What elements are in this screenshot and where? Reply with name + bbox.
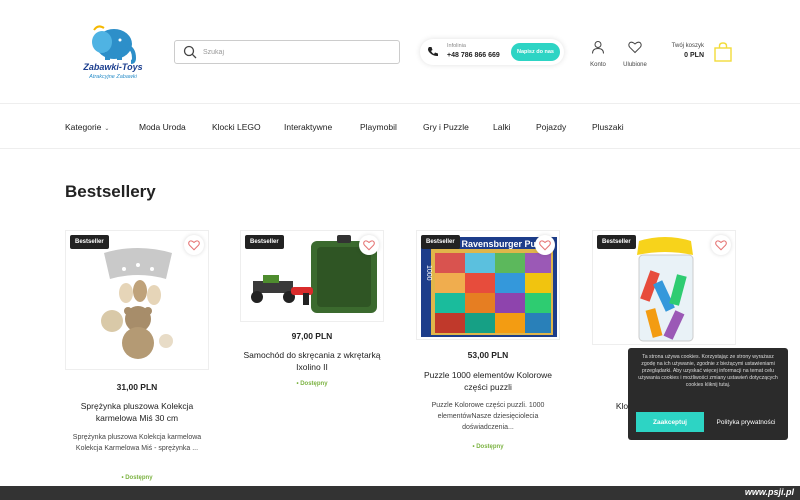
add-to-favorites-button[interactable] — [535, 235, 555, 255]
privacy-policy-link[interactable]: Polityka prywatności — [710, 412, 782, 432]
heart-icon — [715, 240, 727, 251]
add-to-favorites-button[interactable] — [359, 235, 379, 255]
elephant-logo-icon: Zabawki-Toys Atrakcyjne Zabawki — [82, 25, 143, 80]
nav-item-moda-uroda[interactable]: Moda Uroda — [139, 122, 186, 132]
nav-item-pojazdy[interactable]: Pojazdy — [536, 122, 566, 132]
search-box[interactable] — [174, 40, 400, 64]
logo[interactable]: Zabawki-Toys Atrakcyjne Zabawki — [72, 22, 154, 84]
add-to-favorites-button[interactable] — [184, 235, 204, 255]
hotline-box: Infolinia +48 786 866 669 Napisz do nas — [420, 39, 564, 65]
bestseller-badge: Bestseller — [70, 235, 109, 249]
nav-item-playmobil[interactable]: Playmobil — [360, 122, 397, 132]
account-link[interactable]: Konto — [583, 40, 613, 68]
product-price: 31,00 PLN — [116, 382, 158, 392]
heart-icon — [628, 41, 642, 54]
nav-item-klocki-lego[interactable]: Klocki LEGO — [212, 122, 261, 132]
cart-total: 0 PLN — [684, 52, 704, 59]
product-name[interactable]: Samochód do skręcania z wkrętarką Ixolin… — [236, 349, 388, 373]
product-price: 53,00 PLN — [467, 350, 509, 360]
svg-text:Atrakcyjne Zabawki: Atrakcyjne Zabawki — [88, 74, 137, 80]
search-input[interactable] — [203, 48, 383, 56]
watermark-bar: www.psji.pl — [0, 486, 800, 500]
watermark-text: www.psji.pl — [744, 487, 794, 497]
heart-icon — [363, 240, 375, 251]
write-to-us-button[interactable]: Napisz do nas — [511, 43, 560, 61]
cookie-text: Ta strona używa cookies. Korzystając ze … — [638, 354, 778, 388]
product-name[interactable]: Puzzle 1000 elementów Kolorowe części pu… — [412, 369, 564, 393]
bestseller-badge: Bestseller — [245, 235, 284, 249]
hotline-number[interactable]: +48 786 866 669 — [447, 52, 500, 59]
product-image[interactable]: Bestseller Ravensburger Puzzle 1000 — [416, 230, 560, 340]
svg-text:1000: 1000 — [425, 265, 432, 281]
availability-status: • Dostępny — [472, 444, 504, 450]
product-image[interactable]: Bestseller — [240, 230, 384, 322]
cookie-banner: Ta strona używa cookies. Korzystając ze … — [628, 348, 788, 440]
bestseller-badge: Bestseller — [597, 235, 636, 249]
cart-link[interactable]: Twój koszyk 0 PLN — [660, 38, 736, 66]
search-icon — [183, 45, 197, 59]
availability-status: • Dostępny — [121, 475, 153, 481]
add-to-favorites-button[interactable] — [711, 235, 731, 255]
user-icon — [592, 41, 604, 54]
product-description: Puzzle Kolorowe części puzzli. 1000 elem… — [431, 402, 545, 431]
main-nav: Kategorie ⌄ Moda Uroda Klocki LEGO Intera… — [0, 104, 800, 149]
nav-item-kategorie[interactable]: Kategorie ⌄ — [65, 122, 109, 132]
chevron-down-icon: ⌄ — [104, 126, 110, 132]
favorites-label: Ulubione — [623, 62, 647, 68]
product-image[interactable]: Bestseller — [65, 230, 209, 370]
accept-cookies-button[interactable]: Zaakceptuj — [636, 412, 704, 432]
product-description: Sprężynka pluszowa Kolekcja karmelowa Ko… — [72, 434, 202, 452]
section-title: Bestsellery — [65, 182, 156, 201]
product-price: 97,00 PLN — [291, 331, 333, 341]
hotline-label: Infolinia — [447, 43, 466, 49]
svg-text:Zabawki-Toys: Zabawki-Toys — [82, 62, 142, 72]
site-header: Zabawki-Toys Atrakcyjne Zabawki Infolini… — [0, 0, 800, 104]
bestseller-badge: Bestseller — [421, 235, 460, 249]
nav-item-gry-i-puzzle[interactable]: Gry i Puzzle — [423, 122, 469, 132]
heart-icon — [188, 240, 200, 251]
nav-item-pluszaki[interactable]: Pluszaki — [592, 122, 624, 132]
nav-item-interaktywne[interactable]: Interaktywne — [284, 122, 332, 132]
account-label: Konto — [590, 62, 606, 68]
availability-status: • Dostępny — [296, 381, 328, 387]
product-image[interactable]: Bestseller — [592, 230, 736, 345]
phone-icon — [428, 47, 438, 57]
heart-icon — [539, 240, 551, 251]
product-name[interactable]: Sprężynka pluszowa Kolekcja karmelowa Mi… — [61, 400, 213, 424]
cart-label: Twój koszyk — [671, 43, 704, 49]
shopping-bag-icon — [714, 42, 732, 62]
favorites-link[interactable]: Ulubione — [620, 40, 650, 68]
nav-item-lalki[interactable]: Lalki — [493, 122, 510, 132]
